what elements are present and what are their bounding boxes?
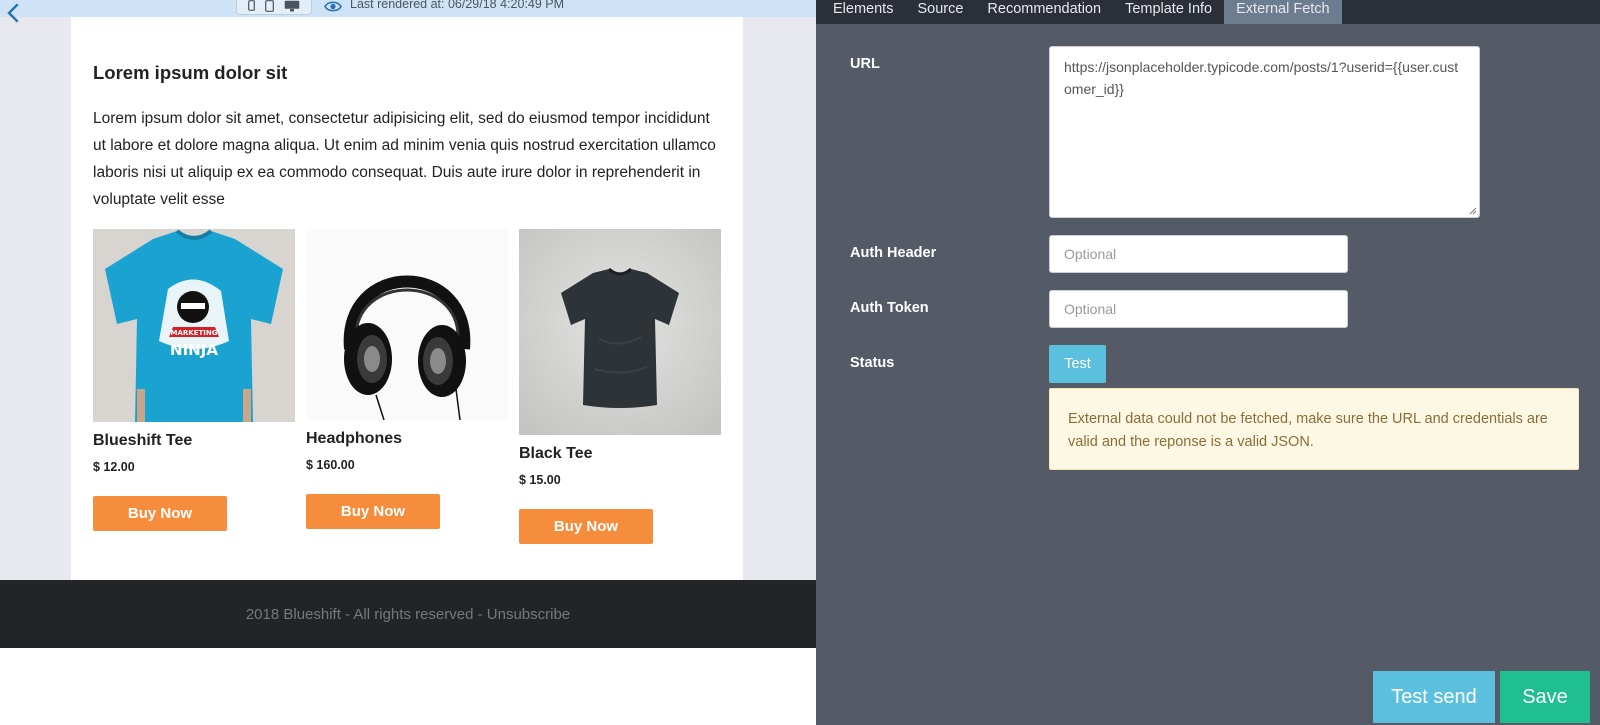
product-card: MARKETING NINJA Blueshift Tee $ 12.00 Bu… — [93, 229, 295, 531]
test-button[interactable]: Test — [1049, 345, 1106, 383]
resize-grip-icon[interactable] — [1469, 207, 1477, 215]
black-tshirt-image — [519, 229, 721, 435]
email-headline: Lorem ipsum dolor sit — [93, 62, 288, 83]
tab-recommendation[interactable]: Recommendation — [975, 0, 1113, 24]
headphones-image — [306, 229, 508, 420]
buy-now-button[interactable]: Buy Now — [93, 496, 227, 531]
tab-elements[interactable]: Elements — [821, 0, 905, 24]
email-preview: Last rendered at: 06/29/18 4:20:49 PM Lo… — [0, 0, 816, 725]
auth-token-label: Auth Token — [850, 300, 929, 316]
preview-toolbar: Last rendered at: 06/29/18 4:20:49 PM — [0, 0, 816, 23]
tab-template-info[interactable]: Template Info — [1113, 0, 1224, 24]
url-textarea[interactable]: https://jsonplaceholder.typicode.com/pos… — [1049, 46, 1480, 218]
product-name: Black Tee — [519, 445, 593, 462]
product-card: Headphones $ 160.00 Buy Now — [306, 229, 508, 529]
tab-bar: Elements Source Recommendation Template … — [816, 0, 1600, 24]
product-price: $ 160.00 — [306, 458, 355, 472]
email-body: Lorem ipsum dolor sit Lorem ipsum dolor … — [71, 17, 743, 580]
save-button[interactable]: Save — [1500, 671, 1590, 723]
last-rendered-text: Last rendered at: 06/29/18 4:20:49 PM — [350, 0, 565, 11]
url-value: https://jsonplaceholder.typicode.com/pos… — [1064, 59, 1459, 97]
desktop-icon[interactable] — [284, 0, 300, 12]
url-label: URL — [850, 56, 880, 72]
footer-text[interactable]: 2018 Blueshift - All rights reserved - U… — [246, 606, 570, 623]
buy-now-button[interactable]: Buy Now — [306, 494, 440, 529]
auth-header-input[interactable]: Optional — [1049, 235, 1348, 273]
email-footer: 2018 Blueshift - All rights reserved - U… — [0, 580, 816, 648]
tablet-icon[interactable] — [265, 0, 274, 12]
buy-now-button[interactable]: Buy Now — [519, 509, 653, 544]
email-paragraph: Lorem ipsum dolor sit amet, consectetur … — [93, 110, 716, 208]
product-price: $ 15.00 — [519, 473, 561, 487]
settings-panel: Elements Source Recommendation Template … — [816, 0, 1600, 725]
auth-header-label: Auth Header — [850, 245, 937, 261]
product-name: Blueshift Tee — [93, 432, 193, 449]
blue-tshirt-image: MARKETING NINJA — [93, 229, 295, 422]
product-card: Black Tee $ 15.00 Buy Now — [519, 229, 721, 544]
mobile-icon[interactable] — [248, 0, 255, 11]
test-send-button[interactable]: Test send — [1373, 671, 1495, 723]
product-name: Headphones — [306, 430, 403, 447]
tee-print-ninja: NINJA — [170, 341, 218, 359]
tab-source[interactable]: Source — [905, 0, 975, 24]
tee-print-marketing: MARKETING — [171, 329, 218, 337]
fetch-error-alert: External data could not be fetched, make… — [1049, 388, 1579, 470]
status-label: Status — [850, 355, 895, 371]
eye-icon — [324, 1, 342, 12]
device-switcher — [236, 0, 312, 15]
product-price: $ 12.00 — [93, 460, 135, 474]
auth-token-input[interactable]: Optional — [1049, 290, 1348, 328]
back-chevron-icon[interactable] — [4, 2, 22, 24]
tab-external-fetch[interactable]: External Fetch — [1224, 0, 1342, 24]
